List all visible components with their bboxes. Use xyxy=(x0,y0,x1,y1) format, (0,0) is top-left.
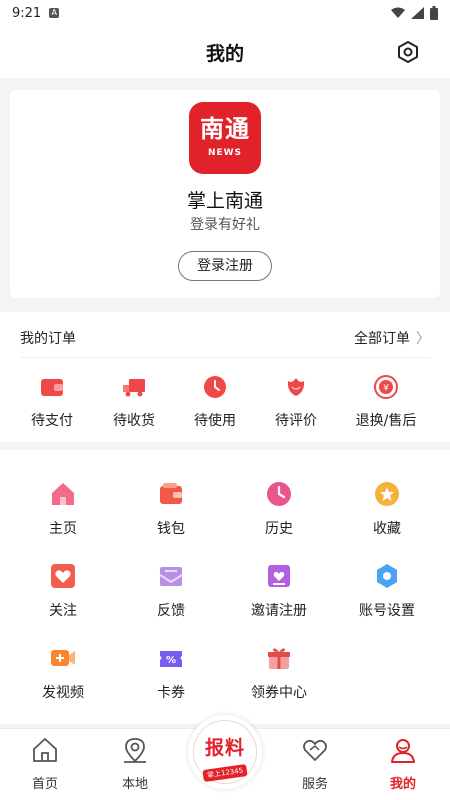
clock-icon xyxy=(267,482,291,506)
app-name: 掌上南通 xyxy=(186,190,263,212)
rose-icon xyxy=(287,378,305,396)
report-hotline: 掌上12345 xyxy=(202,763,248,783)
order-pending-review[interactable]: 待评价 xyxy=(251,374,341,430)
order-label: 退换/售后 xyxy=(355,413,417,429)
order-after-sales[interactable]: ¥ 退换/售后 xyxy=(341,374,431,430)
service-feedback[interactable]: 反馈 xyxy=(116,562,226,620)
coupon-icon: % xyxy=(160,651,182,667)
order-pending-use[interactable]: 待使用 xyxy=(170,374,260,430)
bottom-tab-bar: 首页 本地 报料 掌上12345 服务 我的 xyxy=(0,715,450,800)
service-wallet[interactable]: 钱包 xyxy=(116,480,226,538)
page-title: 我的 xyxy=(205,42,244,65)
heart-icon xyxy=(51,564,75,588)
service-label: 收藏 xyxy=(373,521,401,537)
service-label: 卡券 xyxy=(157,685,185,701)
battery-icon xyxy=(430,6,438,20)
tab-mine[interactable]: 我的 xyxy=(368,735,438,792)
order-pending-receipt[interactable]: 待收货 xyxy=(89,374,179,430)
service-favorites[interactable]: 收藏 xyxy=(332,480,442,538)
svg-text:%: % xyxy=(166,655,176,666)
service-coupons[interactable]: % 卡券 xyxy=(116,644,226,702)
order-label: 待评价 xyxy=(275,413,317,429)
all-orders-link[interactable]: 全部订单〉 xyxy=(354,328,430,348)
orders-title: 我的订单 xyxy=(20,331,76,347)
service-label: 账号设置 xyxy=(359,603,415,619)
service-invite[interactable]: 邀请注册 xyxy=(224,562,334,620)
svg-text:¥: ¥ xyxy=(383,384,389,394)
signal-icon xyxy=(411,7,424,19)
service-label: 发视频 xyxy=(42,685,84,701)
tab-label: 首页 xyxy=(31,777,58,792)
service-coupon-center[interactable]: 领券中心 xyxy=(224,644,334,702)
tab-label: 服务 xyxy=(301,777,328,792)
sim-icon: A xyxy=(49,8,60,18)
home-outline-icon xyxy=(33,738,57,762)
order-label: 待支付 xyxy=(31,413,73,429)
order-label: 待收货 xyxy=(113,413,155,429)
star-icon xyxy=(375,482,399,506)
tab-home[interactable]: 首页 xyxy=(10,735,80,792)
service-label: 反馈 xyxy=(157,603,185,619)
tab-local[interactable]: 本地 xyxy=(100,735,170,792)
service-label: 领券中心 xyxy=(251,685,307,701)
orders-section: 我的订单 全部订单〉 待支付 待收货 待使用 待评价 ¥ 退换/售后 xyxy=(0,312,450,442)
location-icon xyxy=(124,738,146,763)
invite-icon xyxy=(268,565,290,587)
login-register-button[interactable]: 登录注册 xyxy=(178,251,272,281)
profile-card: 南通 NEWS 掌上南通 登录有好礼 登录注册 xyxy=(10,90,440,298)
tab-services[interactable]: 服务 xyxy=(280,735,350,792)
wallet-icon xyxy=(41,379,63,396)
service-label: 主页 xyxy=(49,521,77,537)
services-grid: 主页 钱包 历史 收藏 关注 反馈 邀请注册 账号设置 发视频 % 卡券 领券中… xyxy=(0,450,450,724)
tab-label: 本地 xyxy=(121,777,148,792)
video-icon xyxy=(51,650,75,666)
tab-label: 我的 xyxy=(389,777,416,792)
chevron-right-icon: 〉 xyxy=(416,331,430,347)
service-home[interactable]: 主页 xyxy=(8,480,118,538)
refund-icon: ¥ xyxy=(374,375,398,399)
report-title: 报料 xyxy=(204,737,245,759)
login-promo: 登录有好礼 xyxy=(190,217,260,233)
service-post-video[interactable]: 发视频 xyxy=(8,644,118,702)
settings-icon xyxy=(377,564,397,588)
status-bar: 9:21 A xyxy=(0,0,450,26)
truck-icon xyxy=(123,379,145,397)
status-icons xyxy=(391,6,438,20)
service-label: 钱包 xyxy=(157,521,185,537)
heart-outline-icon xyxy=(303,739,327,761)
divider xyxy=(20,357,430,358)
page-header: 我的 xyxy=(0,26,450,78)
service-label: 邀请注册 xyxy=(251,603,307,619)
clock-icon xyxy=(204,376,226,398)
report-badge: 报料 掌上12345 xyxy=(193,720,257,784)
gift-icon xyxy=(268,648,290,669)
order-label: 待使用 xyxy=(194,413,236,429)
service-history[interactable]: 历史 xyxy=(224,480,334,538)
home-icon xyxy=(52,483,74,505)
all-orders-label: 全部订单 xyxy=(354,331,410,347)
order-pending-payment[interactable]: 待支付 xyxy=(7,374,97,430)
service-follow[interactable]: 关注 xyxy=(8,562,118,620)
user-icon xyxy=(391,739,415,763)
service-label: 关注 xyxy=(49,603,77,619)
wifi-icon xyxy=(391,7,405,18)
mail-icon xyxy=(159,567,183,586)
report-button[interactable]: 报料 掌上12345 xyxy=(188,715,262,789)
status-time: 9:21 xyxy=(12,5,42,21)
app-logo: 南通 NEWS xyxy=(189,102,261,174)
service-account-settings[interactable]: 账号设置 xyxy=(332,562,442,620)
wallet-icon xyxy=(160,483,182,504)
settings-icon[interactable] xyxy=(396,40,420,64)
service-label: 历史 xyxy=(265,521,293,537)
logo-text: 南通 xyxy=(200,114,250,143)
